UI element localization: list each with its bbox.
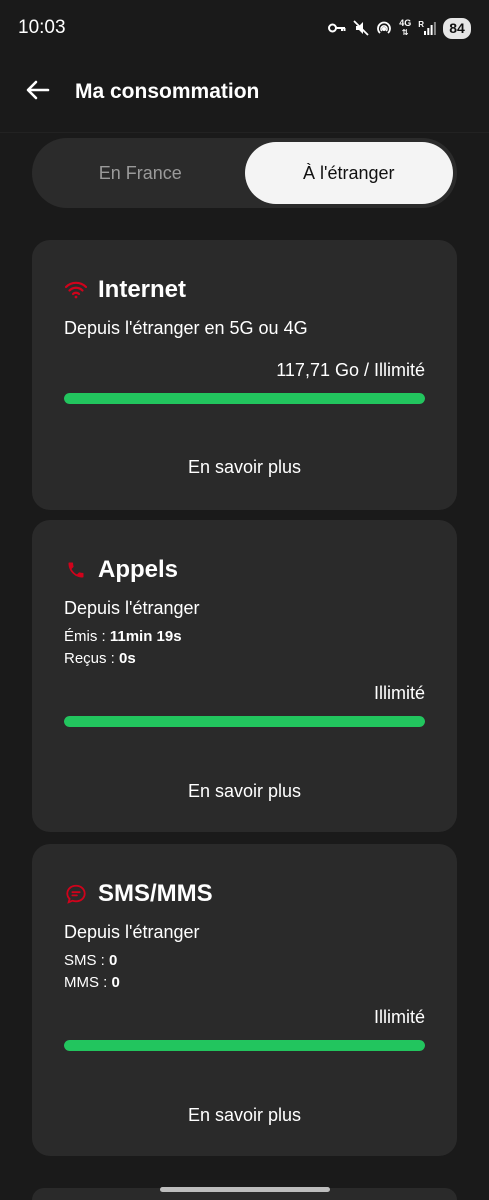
message-icon bbox=[64, 882, 88, 906]
tab-en-france[interactable]: En France bbox=[36, 142, 245, 204]
internet-more-link[interactable]: En savoir plus bbox=[32, 457, 457, 478]
calls-card: Appels Depuis l'étranger Émis : 11min 19… bbox=[32, 520, 457, 832]
internet-card: Internet Depuis l'étranger en 5G ou 4G 1… bbox=[32, 240, 457, 510]
mute-icon bbox=[353, 20, 369, 36]
mms-count-value: 0 bbox=[111, 974, 120, 991]
home-indicator bbox=[160, 1187, 330, 1192]
calls-sent-label: Émis : bbox=[64, 628, 106, 645]
sms-card: SMS/MMS Depuis l'étranger SMS : 0 MMS : … bbox=[32, 844, 457, 1156]
status-bar: 10:03 4G ⇅ R 84 bbox=[0, 0, 489, 56]
internet-title: Internet bbox=[98, 276, 187, 303]
calls-title: Appels bbox=[98, 556, 179, 583]
calls-sent-value: 11min 19s bbox=[109, 628, 182, 645]
mms-count: MMS : 0 bbox=[64, 974, 120, 991]
sms-subtitle: Depuis l'étranger bbox=[64, 922, 200, 942]
calls-sent: Émis : 11min 19s bbox=[64, 628, 182, 645]
calls-allowance: Illimité bbox=[373, 683, 425, 703]
status-icons: 4G ⇅ R 84 bbox=[328, 17, 471, 39]
key-icon bbox=[328, 22, 346, 34]
arrow-left-icon bbox=[26, 80, 50, 105]
hotspot-icon bbox=[376, 20, 392, 36]
app-header: Ma consommation bbox=[0, 62, 489, 122]
internet-subtitle: Depuis l'étranger en 5G ou 4G bbox=[64, 318, 308, 338]
sms-progress-fill bbox=[64, 1040, 425, 1051]
sms-allowance: Illimité bbox=[373, 1007, 425, 1027]
calls-received: Reçus : 0s bbox=[64, 650, 136, 667]
internet-progress-fill bbox=[64, 393, 425, 404]
sms-more-link[interactable]: En savoir plus bbox=[32, 1105, 457, 1126]
signal-icon: R bbox=[418, 21, 436, 35]
sms-card-header: SMS/MMS bbox=[64, 880, 213, 908]
page-title: Ma consommation bbox=[75, 80, 260, 103]
network-type: 4G ⇅ bbox=[399, 18, 412, 38]
sms-progress-bar bbox=[64, 1040, 425, 1051]
sms-count-value: 0 bbox=[109, 952, 118, 969]
internet-progress-bar bbox=[64, 393, 425, 404]
sms-title: SMS/MMS bbox=[98, 880, 213, 907]
calls-progress-fill bbox=[64, 716, 425, 727]
back-button[interactable] bbox=[24, 78, 52, 106]
calls-subtitle: Depuis l'étranger bbox=[64, 598, 200, 618]
battery-indicator: 84 bbox=[443, 17, 471, 39]
status-time: 10:03 bbox=[18, 17, 66, 38]
location-toggle: En France À l'étranger bbox=[32, 138, 457, 208]
phone-icon bbox=[64, 558, 88, 582]
sms-count-label: SMS : bbox=[64, 952, 105, 969]
internet-usage: 117,71 Go / Illimité bbox=[276, 360, 425, 380]
calls-received-label: Reçus : bbox=[64, 650, 115, 667]
sms-count: SMS : 0 bbox=[64, 952, 117, 969]
mms-count-label: MMS : bbox=[64, 974, 108, 991]
internet-card-header: Internet bbox=[64, 276, 186, 304]
header-divider bbox=[0, 132, 489, 133]
tab-a-l-etranger[interactable]: À l'étranger bbox=[244, 142, 453, 204]
calls-card-header: Appels bbox=[64, 556, 178, 584]
calls-more-link[interactable]: En savoir plus bbox=[32, 781, 457, 802]
wifi-icon bbox=[64, 278, 88, 302]
calls-received-value: 0s bbox=[119, 650, 136, 667]
calls-progress-bar bbox=[64, 716, 425, 727]
